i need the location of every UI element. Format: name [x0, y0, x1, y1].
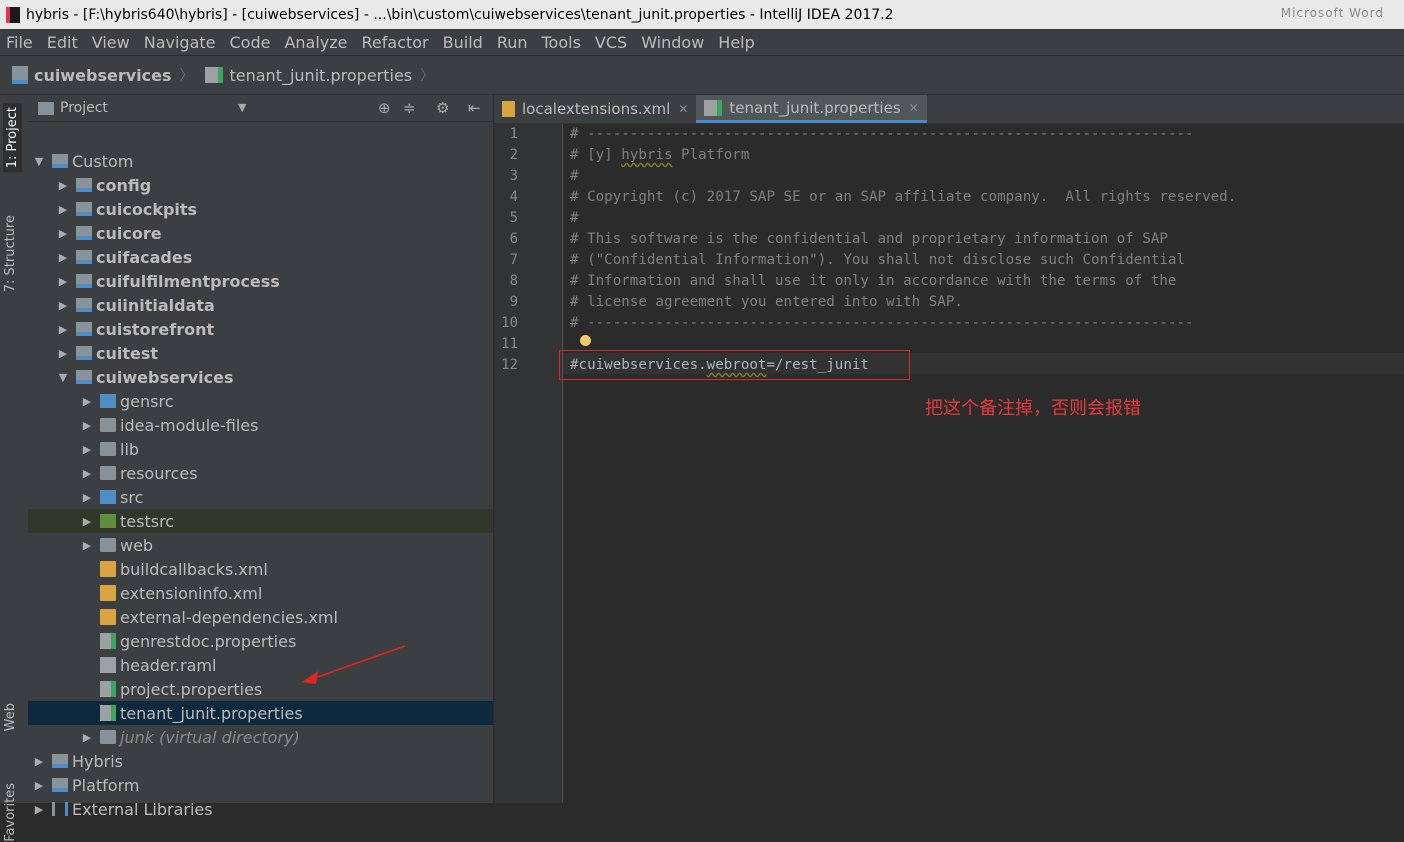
- libs-icon: [52, 802, 68, 816]
- annotation-arrow: [302, 645, 406, 684]
- collapsed-arrow-icon[interactable]: ▶: [32, 803, 46, 816]
